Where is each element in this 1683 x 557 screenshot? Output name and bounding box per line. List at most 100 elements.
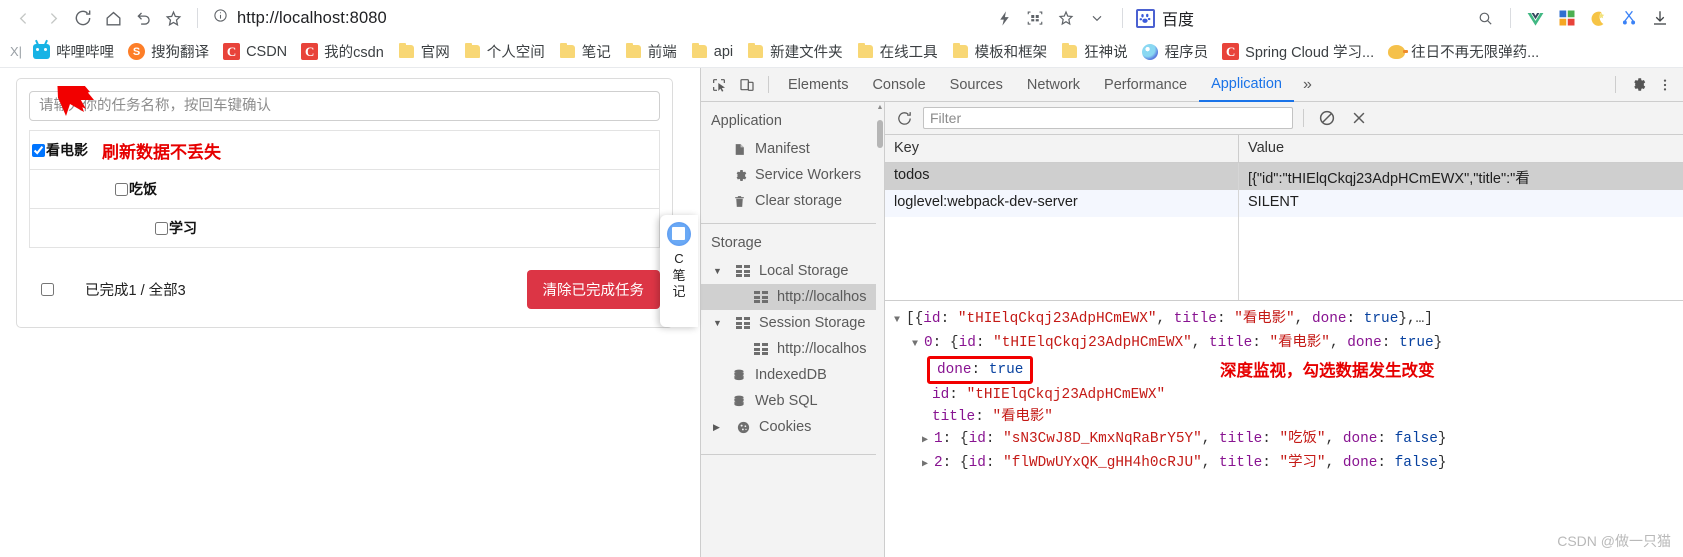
- bookmark-item[interactable]: 狂神说: [1054, 38, 1135, 65]
- bookmark-item[interactable]: 往日不再无限弹药...: [1381, 38, 1546, 65]
- sidebar-item-session-storage-origin[interactable]: http://localhos: [701, 336, 884, 362]
- inspect-element-icon[interactable]: [705, 72, 733, 98]
- todo-checkbox[interactable]: [115, 182, 128, 196]
- bookmark-item[interactable]: C 我的csdn: [294, 38, 391, 65]
- bookmark-item[interactable]: C Spring Cloud 学习...: [1215, 38, 1381, 65]
- back-arrow-icon[interactable]: [8, 3, 38, 33]
- address-bar[interactable]: http://localhost:8080: [207, 4, 767, 32]
- todo-list-item[interactable]: 吃饭: [30, 169, 659, 208]
- preview-line[interactable]: ▼ [{id: "tHIElqCkqj23AdpHCmEWX", title: "…: [894, 308, 1683, 332]
- no-entry-icon[interactable]: [1314, 106, 1340, 130]
- bookmark-item[interactable]: 新建文件夹: [740, 38, 850, 65]
- bookmark-item[interactable]: C CSDN: [216, 40, 294, 63]
- sidebar-item-manifest[interactable]: Manifest: [701, 136, 884, 162]
- cell-value[interactable]: [{"id":"tHIElqCkqj23AdpHCmEWX","title":"…: [1239, 163, 1683, 190]
- chevron-down-icon[interactable]: ▼: [713, 266, 722, 276]
- chevron-right-icon[interactable]: ▶: [922, 430, 934, 452]
- table-row[interactable]: loglevel:webpack-dev-server SILENT: [885, 190, 1683, 217]
- star-icon[interactable]: [158, 3, 188, 33]
- more-tabs-chevron-icon[interactable]: »: [1294, 68, 1321, 102]
- sidebar-scrollbar[interactable]: ▲: [876, 102, 884, 557]
- sidebar-item-local-storage-origin[interactable]: http://localhos: [701, 284, 884, 310]
- sidebar-item-session-storage[interactable]: ▼ Session Storage: [701, 310, 884, 336]
- sidebar-item-local-storage[interactable]: ▼ Local Storage: [701, 258, 884, 284]
- forward-arrow-icon[interactable]: [38, 3, 68, 33]
- preview-line-text: id: "tHIElqCkqj23AdpHCmEWX": [932, 387, 1166, 403]
- bookmark-item[interactable]: 官网: [391, 38, 457, 65]
- todo-checkbox[interactable]: [32, 143, 45, 157]
- lightning-icon[interactable]: [989, 3, 1020, 33]
- preview-line[interactable]: ▶ 2: {id: "flWDwUYxQK_gHH4h0cRJU", title:…: [894, 452, 1683, 476]
- vue-devtools-icon[interactable]: [1520, 3, 1551, 33]
- home-icon[interactable]: [98, 3, 128, 33]
- cyan-circle-icon: [1142, 43, 1159, 60]
- sidebar-item-web-sql[interactable]: Web SQL: [701, 388, 884, 414]
- kebab-menu-icon[interactable]: [1651, 72, 1679, 98]
- chevron-right-icon[interactable]: ▶: [922, 454, 934, 476]
- tab-elements[interactable]: Elements: [776, 68, 860, 102]
- sidebar-item-cookies[interactable]: ▶ Cookies: [701, 414, 884, 440]
- filter-input[interactable]: [923, 107, 1293, 129]
- new-todo-input[interactable]: [29, 91, 660, 121]
- bookmark-item[interactable]: 程序员: [1135, 38, 1216, 65]
- color-grid-icon[interactable]: [1551, 3, 1582, 33]
- sidebar-item-indexeddb[interactable]: IndexedDB: [701, 362, 884, 388]
- chevron-down-icon[interactable]: ▼: [713, 318, 722, 328]
- bookmark-item[interactable]: api: [684, 40, 740, 63]
- cell-key[interactable]: todos: [885, 163, 1239, 190]
- chevron-down-icon[interactable]: ▼: [894, 310, 906, 332]
- tab-application[interactable]: Application: [1199, 68, 1294, 102]
- download-icon[interactable]: [1644, 3, 1675, 33]
- x-icon[interactable]: [1346, 106, 1372, 130]
- qr-code-icon[interactable]: [1020, 3, 1051, 33]
- search-engine-chip[interactable]: 百度: [1132, 5, 1200, 31]
- bookmark-item[interactable]: 模板和框架: [945, 38, 1055, 65]
- todo-checkbox[interactable]: [155, 221, 168, 235]
- undo-icon[interactable]: [128, 3, 158, 33]
- gear-icon[interactable]: [1623, 72, 1651, 98]
- bookmark-item[interactable]: S 搜狗翻译: [121, 38, 216, 65]
- todo-list-item[interactable]: 看电影 刷新数据不丢失: [30, 130, 659, 169]
- tab-performance[interactable]: Performance: [1092, 68, 1199, 102]
- moon-icon[interactable]: [1582, 3, 1613, 33]
- preview-line[interactable]: ▶ 1: {id: "sN3CwJ8D_KmxNqRaBrY5Y", title:…: [894, 428, 1683, 452]
- preview-line[interactable]: ▼ 0: {id: "tHIElqCkqj23AdpHCmEWX", title:…: [894, 332, 1683, 356]
- cell-key[interactable]: loglevel:webpack-dev-server: [885, 190, 1239, 217]
- todo-list-item[interactable]: 学习: [30, 208, 659, 247]
- tab-sources[interactable]: Sources: [938, 68, 1015, 102]
- sidebar-item-service-workers[interactable]: Service Workers: [701, 162, 884, 188]
- url-text[interactable]: http://localhost:8080: [237, 9, 387, 28]
- scroll-up-arrow-icon[interactable]: ▲: [876, 104, 884, 111]
- reload-icon[interactable]: [68, 3, 98, 33]
- scissors-icon[interactable]: [1613, 3, 1644, 33]
- bookmark-item[interactable]: 笔记: [552, 38, 618, 65]
- info-circle-icon[interactable]: [213, 8, 228, 28]
- tabbar-divider: [768, 76, 769, 93]
- database-icon: [731, 367, 747, 383]
- bookmark-item[interactable]: 个人空间: [457, 38, 552, 65]
- chevron-right-icon[interactable]: ▶: [713, 422, 722, 432]
- bookmark-item[interactable]: 哔哩哔哩: [26, 38, 121, 65]
- column-header-key[interactable]: Key: [885, 135, 1239, 162]
- duck-icon: [1388, 43, 1409, 60]
- refresh-icon[interactable]: [891, 106, 917, 130]
- clear-completed-button[interactable]: 清除已完成任务: [526, 270, 660, 309]
- sidebar-item-clear-storage[interactable]: Clear storage: [701, 188, 884, 214]
- chevron-down-icon[interactable]: ▼: [912, 334, 924, 356]
- search-icon[interactable]: [1470, 3, 1501, 33]
- chevron-down-icon[interactable]: [1082, 3, 1113, 33]
- device-toolbar-icon[interactable]: [733, 72, 761, 98]
- tab-network[interactable]: Network: [1015, 68, 1092, 102]
- star-outline-icon[interactable]: [1051, 3, 1082, 33]
- table-row[interactable]: todos [{"id":"tHIElqCkqj23AdpHCmEWX","ti…: [885, 163, 1683, 190]
- column-header-value[interactable]: Value: [1239, 135, 1683, 162]
- csdn-note-badge[interactable]: C 笔 记: [660, 215, 698, 327]
- bookmark-item[interactable]: 在线工具: [850, 38, 945, 65]
- tab-console[interactable]: Console: [860, 68, 937, 102]
- cell-value[interactable]: SILENT: [1239, 190, 1683, 217]
- bookmark-item[interactable]: 前端: [618, 38, 684, 65]
- select-all-checkbox[interactable]: [41, 283, 54, 296]
- note-badge-line-2: 笔: [672, 267, 686, 283]
- scrollbar-thumb[interactable]: [877, 120, 883, 148]
- bookmark-label: Spring Cloud 学习...: [1245, 45, 1375, 61]
